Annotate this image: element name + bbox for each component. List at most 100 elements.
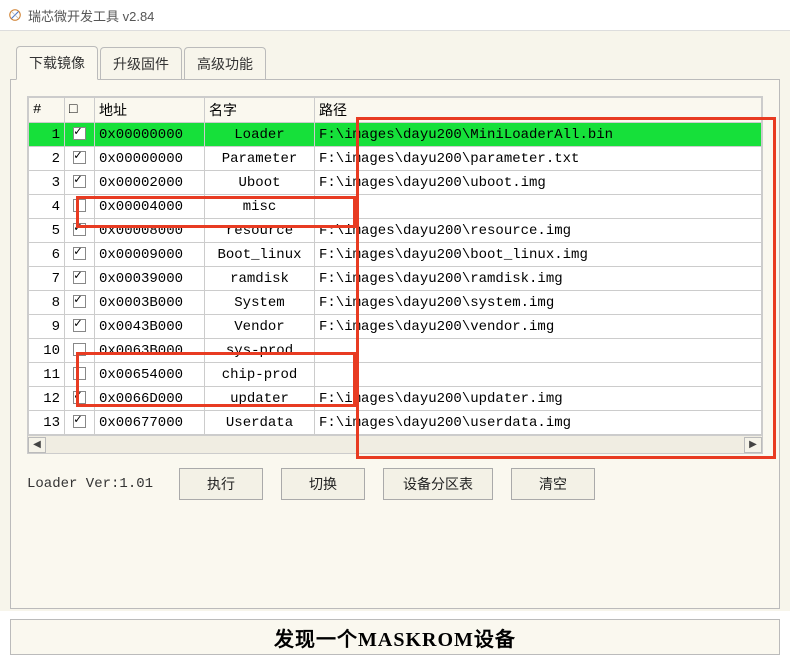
row-checkbox[interactable] bbox=[73, 271, 86, 284]
cell-index: 6 bbox=[29, 243, 65, 267]
cell-check[interactable] bbox=[65, 315, 95, 339]
cell-address[interactable]: 0x00677000 bbox=[95, 411, 205, 435]
cell-address[interactable]: 0x00009000 bbox=[95, 243, 205, 267]
cell-name[interactable]: Userdata bbox=[205, 411, 315, 435]
loader-version: Loader Ver:1.01 bbox=[27, 476, 153, 492]
cell-address[interactable]: 0x00000000 bbox=[95, 147, 205, 171]
cell-address[interactable]: 0x0066D000 bbox=[95, 387, 205, 411]
cell-index: 11 bbox=[29, 363, 65, 387]
horizontal-scrollbar[interactable]: ◀ ▶ bbox=[28, 435, 762, 453]
cell-check[interactable] bbox=[65, 363, 95, 387]
cell-name[interactable]: Parameter bbox=[205, 147, 315, 171]
table-row[interactable]: 5 0x00008000resourceF:\images\dayu200\res… bbox=[29, 219, 762, 243]
cell-check[interactable] bbox=[65, 291, 95, 315]
cell-path[interactable]: F:\images\dayu200\ramdisk.img bbox=[315, 267, 762, 291]
cell-address[interactable]: 0x00654000 bbox=[95, 363, 205, 387]
cell-name[interactable]: Loader bbox=[205, 123, 315, 147]
cell-name[interactable]: resource bbox=[205, 219, 315, 243]
cell-address[interactable]: 0x00008000 bbox=[95, 219, 205, 243]
table-row[interactable]: 11 0x00654000chip-prod bbox=[29, 363, 762, 387]
row-checkbox[interactable] bbox=[73, 247, 86, 260]
table-row[interactable]: 10x00000000LoaderF:\images\dayu200\MiniL… bbox=[29, 123, 762, 147]
tab-download-image[interactable]: 下载镜像 bbox=[16, 46, 98, 80]
cell-path[interactable]: F:\images\dayu200\parameter.txt bbox=[315, 147, 762, 171]
table-row[interactable]: 40x00004000misc bbox=[29, 195, 762, 219]
scroll-right-arrow[interactable]: ▶ bbox=[744, 437, 762, 453]
table-row[interactable]: 20x00000000ParameterF:\images\dayu200\pa… bbox=[29, 147, 762, 171]
cell-index: 5 bbox=[29, 219, 65, 243]
col-header-check[interactable]: □ bbox=[65, 98, 95, 123]
row-checkbox[interactable] bbox=[73, 391, 86, 404]
row-checkbox[interactable] bbox=[73, 295, 86, 308]
cell-check[interactable] bbox=[65, 339, 95, 363]
table-row[interactable]: 130x00677000UserdataF:\images\dayu200\us… bbox=[29, 411, 762, 435]
cell-path[interactable]: F:\images\dayu200\userdata.img bbox=[315, 411, 762, 435]
table-row[interactable]: 80x0003B000SystemF:\images\dayu200\syste… bbox=[29, 291, 762, 315]
cell-name[interactable]: sys-prod bbox=[205, 339, 315, 363]
row-checkbox[interactable] bbox=[73, 199, 86, 212]
clear-button[interactable]: 清空 bbox=[511, 468, 595, 500]
row-checkbox[interactable] bbox=[73, 127, 86, 140]
table-row[interactable]: 30x00002000UbootF:\images\dayu200\uboot.… bbox=[29, 171, 762, 195]
row-checkbox[interactable] bbox=[73, 151, 86, 164]
cell-name[interactable]: Vendor bbox=[205, 315, 315, 339]
table-row[interactable]: 6 0x00009000Boot_linuxF:\images\dayu200\b… bbox=[29, 243, 762, 267]
cell-check[interactable] bbox=[65, 195, 95, 219]
cell-check[interactable] bbox=[65, 243, 95, 267]
cell-path[interactable]: F:\images\dayu200\boot_linux.img bbox=[315, 243, 762, 267]
image-table: # □ 地址 名字 路径 10x00000000LoaderF:\images\… bbox=[28, 97, 762, 435]
col-header-path[interactable]: 路径 bbox=[315, 98, 762, 123]
cell-address[interactable]: 0x0063B000 bbox=[95, 339, 205, 363]
table-row[interactable]: 120x0066D000updaterF:\images\dayu200\upd… bbox=[29, 387, 762, 411]
cell-path[interactable]: F:\images\dayu200\system.img bbox=[315, 291, 762, 315]
cell-check[interactable] bbox=[65, 147, 95, 171]
cell-name[interactable]: chip-prod bbox=[205, 363, 315, 387]
row-checkbox[interactable] bbox=[73, 343, 86, 356]
cell-path[interactable]: F:\images\dayu200\updater.img bbox=[315, 387, 762, 411]
cell-address[interactable]: 0x0043B000 bbox=[95, 315, 205, 339]
cell-check[interactable] bbox=[65, 387, 95, 411]
scroll-left-arrow[interactable]: ◀ bbox=[28, 437, 46, 453]
cell-address[interactable]: 0x00004000 bbox=[95, 195, 205, 219]
tab-advanced[interactable]: 高级功能 bbox=[184, 47, 266, 80]
cell-address[interactable]: 0x00002000 bbox=[95, 171, 205, 195]
row-checkbox[interactable] bbox=[73, 319, 86, 332]
cell-path[interactable] bbox=[315, 339, 762, 363]
cell-name[interactable]: Uboot bbox=[205, 171, 315, 195]
table-row[interactable]: 100x0063B000sys-prod bbox=[29, 339, 762, 363]
table-row[interactable]: 7 0x00039000ramdiskF:\images\dayu200\ramd… bbox=[29, 267, 762, 291]
tab-upgrade-firmware[interactable]: 升级固件 bbox=[100, 47, 182, 80]
cell-check[interactable] bbox=[65, 267, 95, 291]
cell-address[interactable]: 0x0003B000 bbox=[95, 291, 205, 315]
cell-check[interactable] bbox=[65, 123, 95, 147]
cell-check[interactable] bbox=[65, 411, 95, 435]
col-header-index[interactable]: # bbox=[29, 98, 65, 123]
cell-path[interactable]: F:\images\dayu200\resource.img bbox=[315, 219, 762, 243]
cell-name[interactable]: Boot_linux bbox=[205, 243, 315, 267]
row-checkbox[interactable] bbox=[73, 223, 86, 236]
cell-path[interactable] bbox=[315, 363, 762, 387]
status-text: 发现一个MASKROM设备 bbox=[274, 623, 516, 652]
table-row[interactable]: 90x0043B000VendorF:\images\dayu200\vendo… bbox=[29, 315, 762, 339]
cell-name[interactable]: System bbox=[205, 291, 315, 315]
cell-path[interactable]: F:\images\dayu200\vendor.img bbox=[315, 315, 762, 339]
cell-name[interactable]: ramdisk bbox=[205, 267, 315, 291]
partition-button[interactable]: 设备分区表 bbox=[383, 468, 493, 500]
cell-address[interactable]: 0x00039000 bbox=[95, 267, 205, 291]
cell-index: 7 bbox=[29, 267, 65, 291]
cell-name[interactable]: updater bbox=[205, 387, 315, 411]
cell-path[interactable]: F:\images\dayu200\uboot.img bbox=[315, 171, 762, 195]
col-header-name[interactable]: 名字 bbox=[205, 98, 315, 123]
switch-button[interactable]: 切换 bbox=[281, 468, 365, 500]
cell-path[interactable]: F:\images\dayu200\MiniLoaderAll.bin bbox=[315, 123, 762, 147]
cell-path[interactable] bbox=[315, 195, 762, 219]
col-header-address[interactable]: 地址 bbox=[95, 98, 205, 123]
row-checkbox[interactable] bbox=[73, 367, 86, 380]
row-checkbox[interactable] bbox=[73, 415, 86, 428]
cell-name[interactable]: misc bbox=[205, 195, 315, 219]
row-checkbox[interactable] bbox=[73, 175, 86, 188]
cell-address[interactable]: 0x00000000 bbox=[95, 123, 205, 147]
run-button[interactable]: 执行 bbox=[179, 468, 263, 500]
cell-check[interactable] bbox=[65, 219, 95, 243]
cell-check[interactable] bbox=[65, 171, 95, 195]
